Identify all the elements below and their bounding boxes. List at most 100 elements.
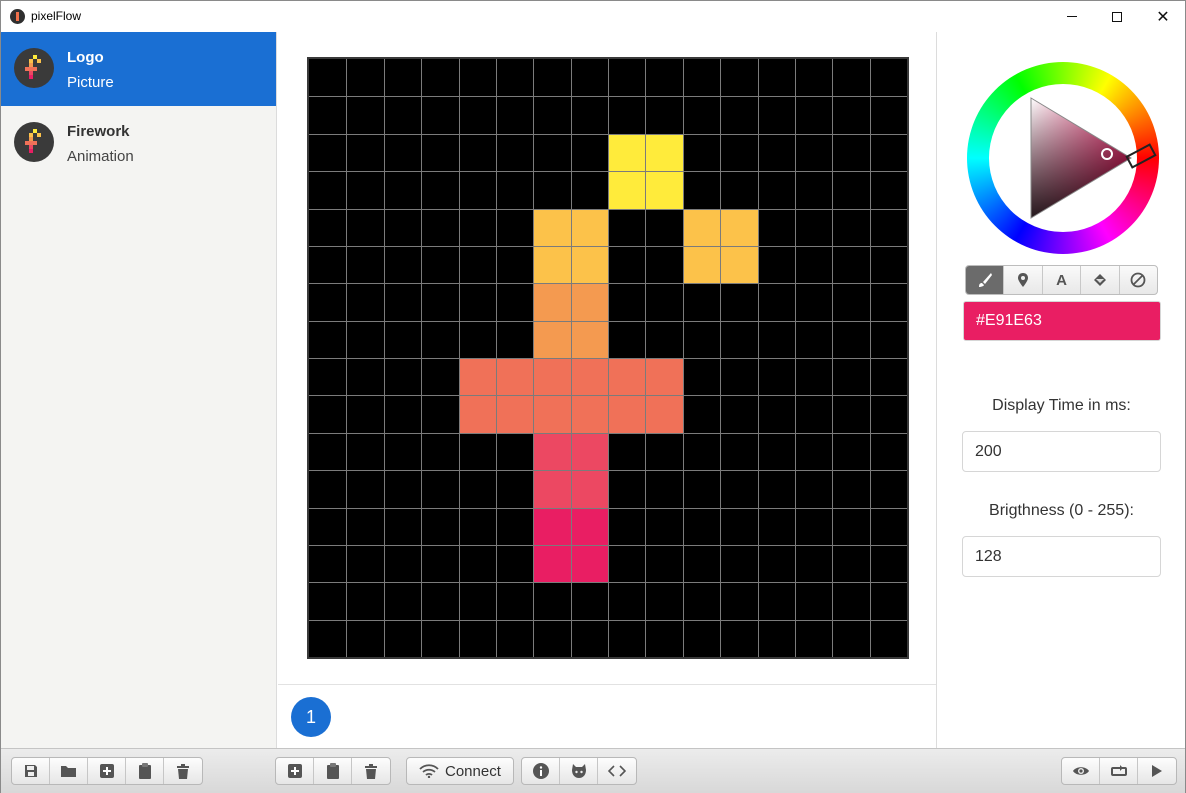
pixel-cell[interactable]: [458, 358, 496, 396]
pixel-cell[interactable]: [533, 320, 571, 358]
info-button-group: [521, 757, 637, 785]
add-frame-button[interactable]: [276, 758, 314, 784]
pixel-cell[interactable]: [645, 171, 683, 209]
pixel-cell[interactable]: [645, 395, 683, 433]
add-project-button[interactable]: [88, 758, 126, 784]
save-button[interactable]: [12, 758, 50, 784]
pixel-cell[interactable]: [570, 395, 608, 433]
text-tool[interactable]: A: [1043, 266, 1082, 294]
minimize-icon: [1067, 16, 1077, 17]
grid-line: [309, 507, 907, 509]
pixel-cell[interactable]: [533, 395, 571, 433]
pixel-cell[interactable]: [533, 432, 571, 471]
grid-line: [682, 59, 684, 657]
editor-area: 1: [278, 32, 936, 748]
github-icon: [571, 764, 586, 778]
marker-tool[interactable]: [1004, 266, 1043, 294]
brush-icon: [978, 273, 992, 287]
grid-line: [309, 358, 907, 359]
code-button[interactable]: [598, 758, 636, 784]
sidebar-item-type: Animation: [67, 148, 134, 165]
pixel-cell[interactable]: [720, 208, 758, 246]
paste-project-button[interactable]: [126, 758, 164, 784]
grid-line: [309, 582, 907, 584]
pixel-cell[interactable]: [570, 245, 608, 284]
color-triangle[interactable]: [967, 62, 1159, 254]
frame-thumbnail[interactable]: 1: [291, 697, 331, 737]
clear-tool[interactable]: [1120, 266, 1157, 294]
close-button[interactable]: ✕: [1140, 1, 1186, 32]
github-button[interactable]: [560, 758, 598, 784]
add-icon: [99, 764, 114, 778]
clear-icon: [1130, 272, 1146, 288]
pixel-canvas[interactable]: [307, 57, 909, 659]
loop-button[interactable]: [1100, 758, 1138, 784]
pixel-cell[interactable]: [495, 358, 534, 396]
preview-button[interactable]: [1062, 758, 1100, 784]
pixel-cell[interactable]: [645, 358, 683, 396]
project-sidebar: Logo Picture Firework Animation: [1, 32, 277, 748]
fill-tool[interactable]: [1081, 266, 1120, 294]
color-wheel[interactable]: [967, 62, 1159, 254]
pixel-cell[interactable]: [570, 507, 608, 545]
pixel-cell[interactable]: [533, 470, 571, 508]
pixel-cell[interactable]: [570, 358, 608, 396]
pixel-cell[interactable]: [608, 358, 646, 396]
pixel-cell[interactable]: [533, 245, 571, 284]
brush-tool[interactable]: [966, 266, 1005, 294]
info-button[interactable]: [522, 758, 560, 784]
paste-frame-button[interactable]: [314, 758, 352, 784]
text-icon: A: [1056, 271, 1067, 289]
pixel-cell[interactable]: [533, 544, 571, 583]
pixel-cell[interactable]: [570, 544, 608, 583]
brightness-input[interactable]: 128: [962, 536, 1161, 577]
open-button[interactable]: [50, 758, 88, 784]
pixel-cell[interactable]: [645, 133, 683, 172]
pixel-cell[interactable]: [720, 245, 758, 284]
frame-strip: 1: [278, 684, 936, 748]
grid-line: [309, 432, 907, 434]
pixel-cell[interactable]: [458, 395, 496, 433]
connect-button[interactable]: Connect: [407, 758, 513, 784]
paint-bucket-icon: [1093, 274, 1106, 286]
pixel-cell[interactable]: [570, 283, 608, 321]
grid-line: [869, 59, 871, 657]
grid-line: [794, 59, 796, 657]
playback-button-group: [1061, 757, 1177, 785]
preview-icon: [1072, 767, 1089, 775]
pixel-cell[interactable]: [570, 320, 608, 358]
grid-line: [720, 59, 722, 657]
close-icon: ✕: [1156, 6, 1170, 26]
pixel-cell[interactable]: [570, 470, 608, 508]
pixel-cell[interactable]: [682, 208, 721, 246]
pixel-cell[interactable]: [495, 395, 534, 433]
maximize-button[interactable]: [1094, 1, 1140, 32]
brightness-label: Brigthness (0 - 255):: [989, 502, 1134, 519]
play-icon: [1152, 765, 1162, 777]
display-time-label: Display Time in ms:: [992, 397, 1131, 414]
pixel-cell[interactable]: [533, 283, 571, 321]
color-hex-input[interactable]: #E91E63: [963, 301, 1161, 341]
sidebar-item-firework[interactable]: Firework Animation: [1, 106, 276, 180]
play-button[interactable]: [1138, 758, 1176, 784]
pixel-cell[interactable]: [608, 171, 646, 209]
pixel-cell[interactable]: [608, 395, 646, 433]
clipboard-icon: [326, 763, 339, 779]
sidebar-item-logo[interactable]: Logo Picture: [1, 32, 276, 106]
delete-frame-button[interactable]: [352, 758, 390, 784]
pixel-cell[interactable]: [533, 208, 571, 246]
pixel-cell[interactable]: [608, 133, 646, 172]
sidebar-item-name: Firework: [67, 123, 130, 140]
pixel-cell[interactable]: [533, 358, 571, 396]
pixel-cell[interactable]: [682, 245, 721, 284]
delete-project-button[interactable]: [164, 758, 202, 784]
pixel-cell[interactable]: [533, 507, 571, 545]
trash-icon: [365, 763, 377, 779]
map-marker-icon: [1018, 273, 1029, 287]
loop-icon: [1110, 765, 1127, 776]
pixel-cell[interactable]: [570, 208, 608, 246]
minimize-button[interactable]: [1049, 1, 1095, 32]
pixel-cell[interactable]: [570, 432, 608, 471]
maximize-icon: [1112, 11, 1122, 22]
display-time-input[interactable]: 200: [962, 431, 1161, 472]
